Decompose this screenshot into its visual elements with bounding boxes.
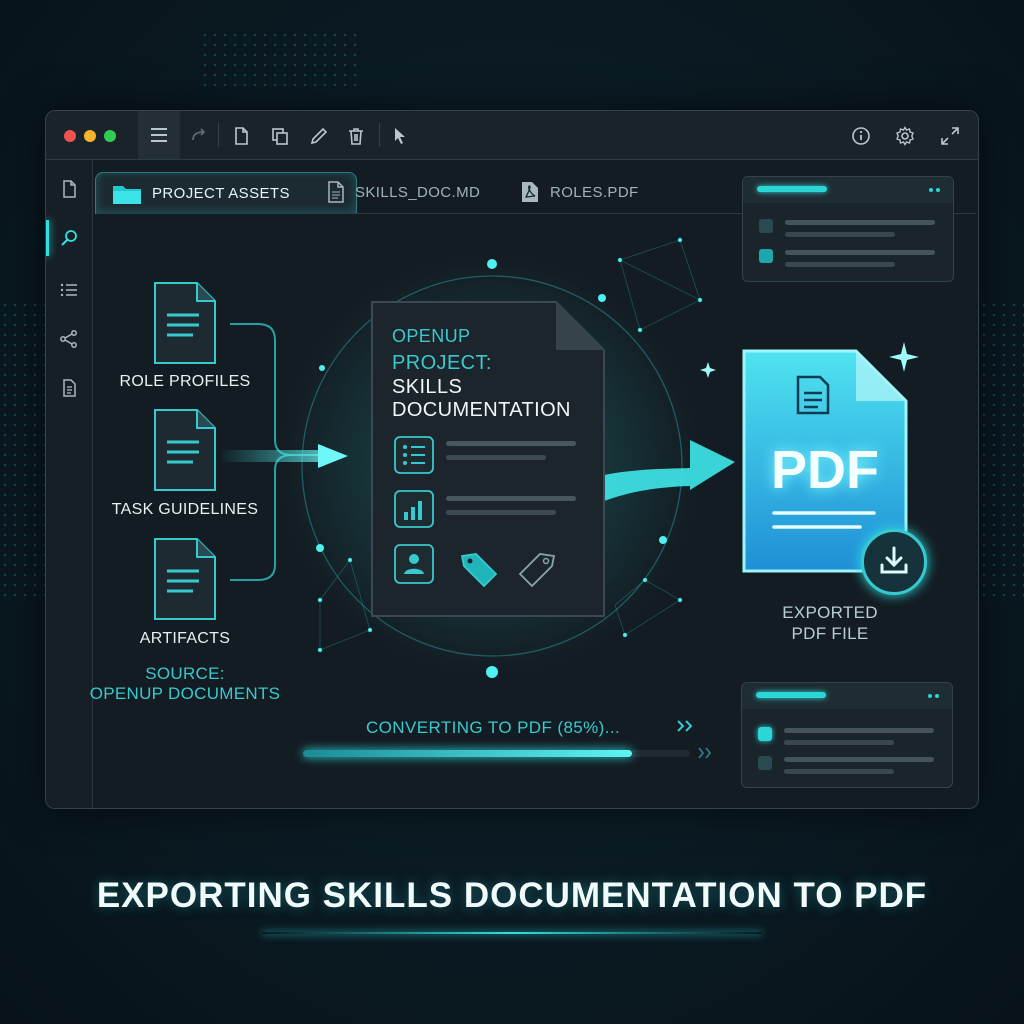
panel-checkbox[interactable]: [759, 249, 773, 263]
user-icon: [394, 544, 434, 584]
progress-chevrons-bottom: [697, 746, 715, 765]
main-doc-line2: PROJECT:: [392, 352, 492, 374]
panel-line: [784, 740, 894, 745]
side-panel-top: [742, 176, 954, 282]
content-line: [446, 510, 556, 515]
panel-header: [743, 177, 953, 203]
panel-header: [742, 683, 952, 709]
content-line: [446, 441, 576, 446]
source-doc-task-guidelines[interactable]: [153, 408, 217, 497]
document-icon: [154, 409, 216, 491]
source-label-role-profiles: ROLE PROFILES: [119, 373, 251, 390]
orbit-node: [487, 259, 497, 269]
export-caption-line2: PDF FILE: [791, 624, 869, 643]
export-caption-line1: EXPORTED: [782, 603, 878, 622]
tag-icon: [518, 553, 556, 588]
sparkle: [700, 362, 716, 378]
side-panel-bottom: [741, 682, 953, 788]
main-document[interactable]: OPENUP PROJECT: SKILLS DOCUMENTATION: [370, 300, 606, 618]
tag-icon: [460, 553, 498, 588]
orbit-node: [486, 666, 498, 678]
panel-header-bar: [757, 186, 827, 192]
title-underline: [262, 932, 762, 934]
panel-header-bar: [756, 692, 826, 698]
document-icon: [154, 538, 216, 620]
content-line: [446, 455, 546, 460]
panel-line: [784, 757, 934, 762]
orbit-node: [316, 544, 324, 552]
progress-bar-fill: [303, 750, 632, 757]
double-chevron-icon: [677, 720, 693, 732]
source-doc-artifacts[interactable]: [153, 537, 217, 626]
panel-dot: [928, 694, 932, 698]
panel-line: [784, 728, 934, 733]
source-label-task-guidelines: TASK GUIDELINES: [111, 501, 259, 518]
chart-icon: [394, 490, 434, 528]
main-doc-line3: SKILLS: [392, 376, 463, 398]
panel-line: [784, 769, 894, 774]
pdf-badge: PDF: [771, 440, 879, 500]
main-doc-line4: DOCUMENTATION: [392, 399, 571, 421]
main-doc-line1: OPENUP: [392, 326, 471, 346]
page-title: EXPORTING SKILLS DOCUMENTATION TO PDF: [96, 876, 928, 915]
progress-bar: [303, 750, 690, 757]
source-doc-role-profiles[interactable]: [153, 281, 217, 370]
download-icon: [880, 546, 908, 574]
list-icon: [394, 436, 434, 474]
source-caption-line2: OPENUP DOCUMENTS: [89, 684, 281, 703]
double-chevron-icon: [698, 747, 712, 759]
source-caption-line1: SOURCE:: [145, 664, 225, 683]
panel-line: [785, 262, 895, 267]
middle-connector-glow: [222, 450, 322, 462]
progress-label: CONVERTING TO PDF (85%)...: [366, 718, 621, 737]
content-line: [446, 496, 576, 501]
source-label-artifacts: ARTIFACTS: [139, 630, 231, 647]
panel-line: [785, 250, 935, 255]
panel-checkbox[interactable]: [758, 756, 772, 770]
panel-line: [785, 220, 935, 225]
progress-chevrons-top: [676, 718, 696, 739]
panel-dot: [929, 188, 933, 192]
orbit-node: [319, 365, 325, 371]
panel-checkbox[interactable]: [758, 727, 772, 741]
document-icon: [154, 282, 216, 364]
download-button[interactable]: [861, 529, 927, 595]
panel-dot: [935, 694, 939, 698]
panel-line: [785, 232, 895, 237]
panel-checkbox[interactable]: [759, 219, 773, 233]
orbit-node: [659, 536, 667, 544]
panel-dot: [936, 188, 940, 192]
